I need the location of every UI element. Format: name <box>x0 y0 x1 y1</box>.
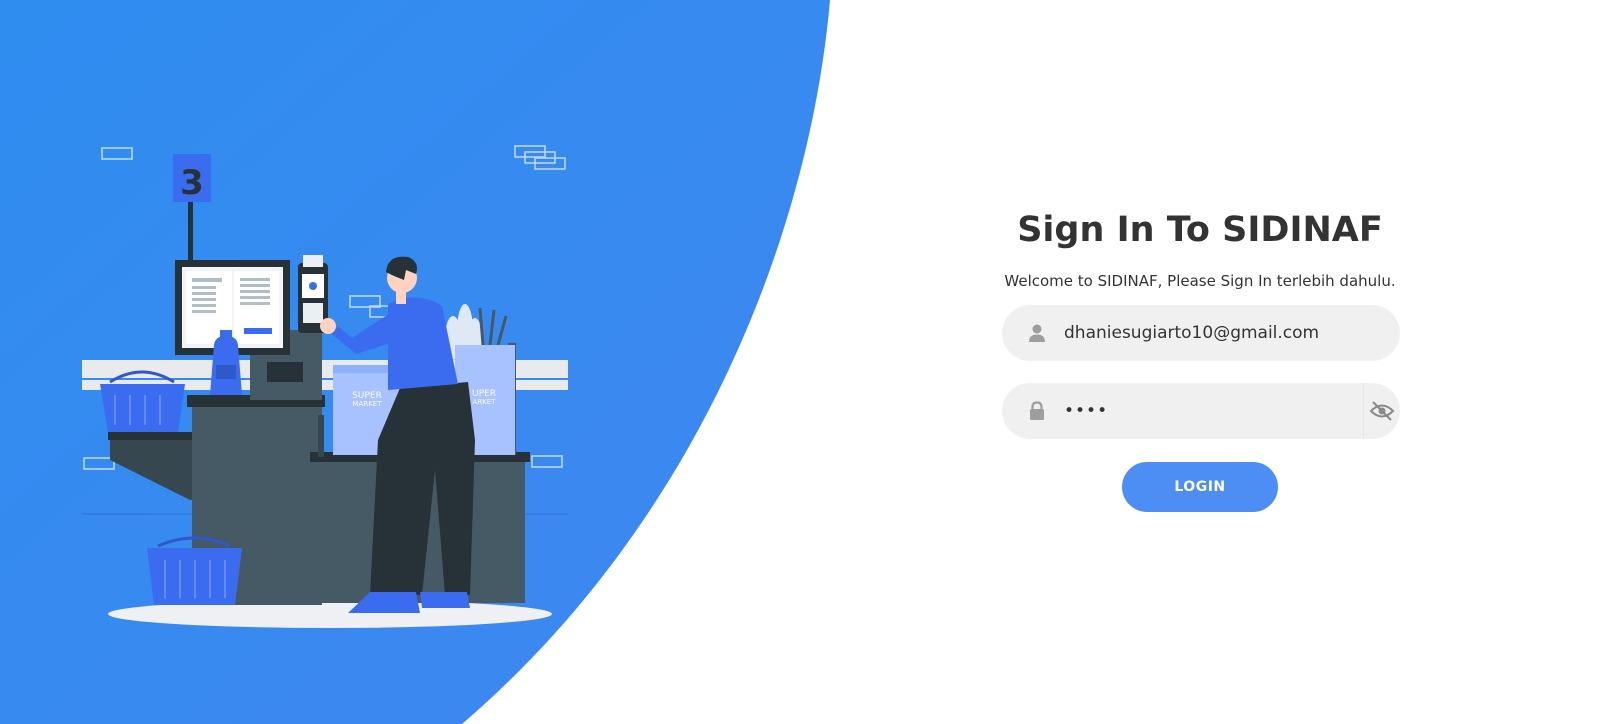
password-field <box>1002 383 1400 439</box>
bag-text-line2: MARKET <box>353 400 383 408</box>
bag2-text-line2: ARKET <box>473 398 497 406</box>
user-icon <box>1029 324 1045 342</box>
login-form: Sign In To SIDINAF Welcome to SIDINAF, P… <box>960 200 1440 530</box>
email-field <box>1002 305 1400 361</box>
page-title: Sign In To SIDINAF <box>1017 210 1383 250</box>
self-checkout-illustration: 3 SUPER MARKET UPER ARKET <box>82 145 568 628</box>
toggle-password-visibility[interactable] <box>1363 383 1400 439</box>
login-button[interactable]: LOGIN <box>1122 462 1278 512</box>
email-input[interactable] <box>1064 313 1364 353</box>
lock-icon <box>1030 401 1044 420</box>
eye-slash-icon <box>1369 401 1395 421</box>
password-input[interactable] <box>1064 391 1364 431</box>
login-page: 3 SUPER MARKET UPER ARKET Sign In To SID… <box>0 0 1600 724</box>
page-subtitle: Welcome to SIDINAF, Please Sign In terle… <box>1004 272 1396 290</box>
counter-number: 3 <box>180 163 204 203</box>
